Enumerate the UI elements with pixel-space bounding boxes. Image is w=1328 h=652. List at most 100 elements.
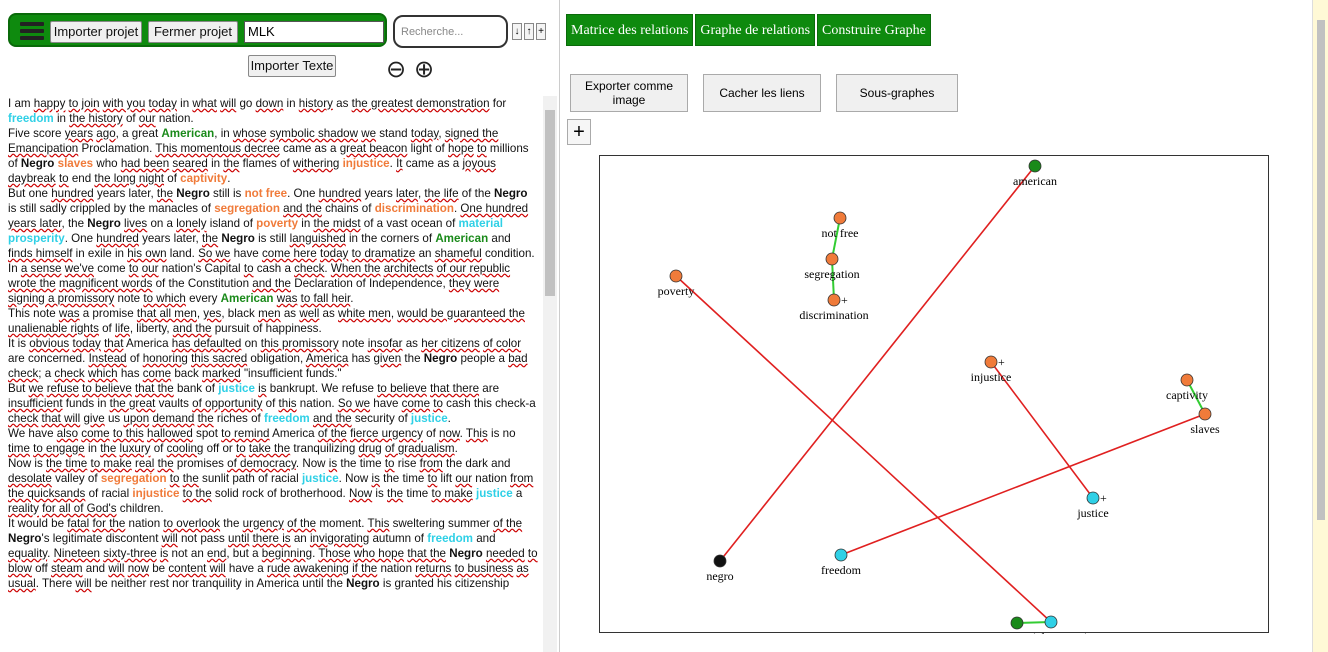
page-scrollbar[interactable] [1312, 0, 1328, 652]
spellcheck-word: joyous [462, 157, 496, 170]
text-run: in [176, 97, 193, 110]
text-run: is granted his citizenship [379, 577, 510, 590]
spellcheck-word: down [255, 97, 284, 110]
node-captivity[interactable] [1180, 373, 1194, 387]
search-input[interactable]: Recherche... [393, 15, 508, 48]
node-notfree[interactable] [833, 211, 847, 225]
search-add-button[interactable]: + [536, 23, 546, 40]
spellcheck-word: check [8, 367, 39, 380]
search-down-button[interactable]: ↓ [512, 23, 522, 40]
spellcheck-word: signed the [444, 127, 499, 140]
text-run: people a [457, 352, 509, 365]
text-run: us [104, 412, 124, 425]
node-justice[interactable] [1086, 491, 1100, 505]
spellcheck-word: later [396, 187, 418, 200]
spellcheck-word: This [367, 517, 390, 530]
spellcheck-word: happy [33, 97, 66, 110]
spellcheck-word: come [142, 367, 172, 380]
zoom-out-icon[interactable]: ⊖ [386, 55, 406, 84]
text-run: not an [168, 547, 207, 560]
text-run: nation. [155, 112, 194, 125]
text-run: sunlit path of racial [198, 472, 302, 485]
text-run: But [8, 382, 29, 395]
entity-bold: Negro [221, 232, 255, 245]
spellcheck-word: that all men [136, 307, 197, 320]
entity-orange: poverty [256, 217, 299, 230]
node-negro[interactable] [713, 554, 727, 568]
spellcheck-word: refuse [46, 382, 79, 395]
spellcheck-word: fatal [67, 517, 90, 530]
text-run: of [126, 352, 143, 365]
spellcheck-word: great beacon [339, 142, 408, 155]
spellcheck-word: needed [485, 547, 525, 560]
relation-graph[interactable]: american not free segregation discriminatio… [599, 155, 1270, 634]
text-run: of the Constitution [152, 277, 253, 290]
view-tabs: Matrice des relations Graphe de relation… [566, 14, 933, 46]
text-run: of the [458, 187, 495, 200]
node-segregation[interactable] [825, 252, 839, 266]
spellcheck-word: what [192, 97, 217, 110]
node-american[interactable] [1028, 159, 1042, 173]
node-american2[interactable] [1010, 616, 1024, 630]
text-run: time [403, 487, 432, 500]
text-run: of [262, 397, 279, 410]
spellcheck-word: that there [430, 382, 480, 395]
spellcheck-word: cooling [166, 442, 204, 455]
text-run: is no [487, 427, 516, 440]
node-label-justice: justice [1076, 506, 1108, 520]
text-run: . [350, 292, 354, 305]
spellcheck-word: content [168, 562, 207, 575]
spellcheck-word: of the [493, 517, 523, 530]
text-run: an [290, 532, 310, 545]
spellcheck-word: her citizens [421, 337, 480, 350]
text-run: and [82, 562, 109, 575]
text-run: go [236, 97, 256, 110]
spellcheck-word: come [401, 397, 431, 410]
spellcheck-word: drug [358, 442, 382, 455]
tab-build-graph[interactable]: Construire Graphe [817, 14, 931, 46]
tab-relation-matrix[interactable]: Matrice des relations [566, 14, 694, 46]
add-button[interactable]: + [567, 119, 591, 145]
speech-text: I am happy to join with you today in wha… [8, 96, 538, 652]
import-text-button[interactable]: Importer Texte [248, 55, 336, 77]
spellcheck-word: to make [90, 457, 132, 470]
graph-canvas[interactable]: american not free segregation discriminatio… [600, 156, 1270, 634]
spellcheck-word: is [258, 382, 267, 395]
import-project-button[interactable]: Importer projet [50, 21, 142, 43]
spellcheck-word: So we [198, 247, 231, 260]
node-discrimination[interactable] [827, 293, 841, 307]
node-materialprosperity[interactable] [1044, 615, 1058, 629]
spellcheck-word: to [236, 442, 246, 455]
entity-orange: not free [244, 187, 288, 200]
spellcheck-word: that the [135, 382, 174, 395]
node-poverty[interactable] [669, 269, 683, 283]
node-slaves[interactable] [1198, 407, 1212, 421]
text-run: in [53, 112, 70, 125]
text-run: America [269, 427, 318, 440]
spellcheck-word: wrote the [8, 277, 56, 290]
project-name-input[interactable]: MLK [244, 21, 384, 43]
hide-links-button[interactable]: Cacher les liens [703, 74, 821, 112]
paragraph: In a sense we've come to our nation's Ca… [8, 261, 538, 306]
spellcheck-word: the [100, 442, 117, 455]
zoom-in-icon[interactable]: ⊕ [414, 55, 434, 84]
spellcheck-word: Nineteen [53, 547, 100, 560]
export-image-button[interactable]: Exporter comme image [570, 74, 688, 112]
spellcheck-word: also [56, 427, 79, 440]
tab-relation-graph[interactable]: Graphe de relations [695, 14, 816, 46]
text-run: came as a [402, 157, 463, 170]
subgraphs-button[interactable]: Sous-graphes [836, 74, 958, 112]
text-run: . Now [295, 457, 329, 470]
text-run: tranquilizing [290, 442, 359, 455]
search-up-button[interactable]: ↑ [524, 23, 534, 40]
spellcheck-word: and the [172, 322, 212, 335]
text-run: chains of [321, 202, 375, 215]
spellcheck-word: to fall heir [300, 292, 351, 305]
menu-icon[interactable] [20, 22, 44, 40]
node-freedom[interactable] [834, 548, 848, 562]
node-injustice[interactable] [984, 355, 998, 369]
close-project-button[interactable]: Fermer projet [148, 21, 238, 43]
text-run: cash a [253, 262, 295, 275]
text-scrollbar[interactable] [543, 96, 557, 652]
entity-green: American [220, 292, 274, 305]
